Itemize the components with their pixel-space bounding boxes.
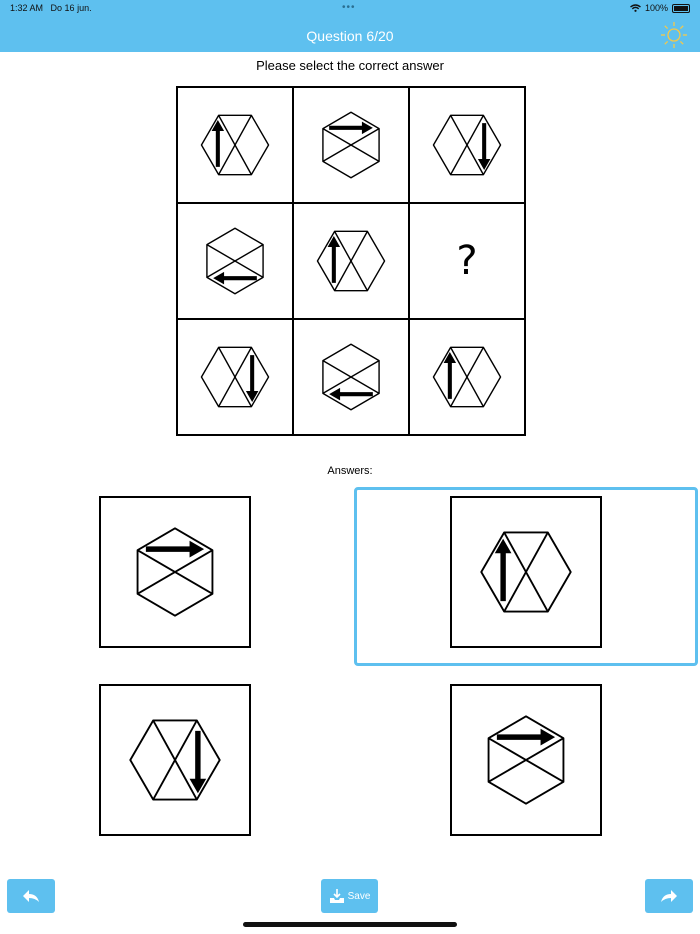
answers-label: Answers: bbox=[327, 465, 373, 477]
hexagon-figure bbox=[129, 719, 221, 801]
answer-option-2[interactable] bbox=[450, 496, 602, 648]
status-time: 1:32 AM bbox=[10, 3, 44, 13]
wifi-icon bbox=[630, 4, 641, 12]
hexagon-figure bbox=[200, 346, 270, 408]
puzzle-grid: ? bbox=[176, 86, 526, 436]
sun-icon[interactable] bbox=[660, 21, 688, 49]
header-bar: 1:32 AM Do 16 jun. ••• 100% Question 6/2… bbox=[0, 0, 700, 52]
battery-icon bbox=[672, 3, 690, 13]
arrow-right-icon bbox=[496, 728, 556, 746]
multitask-dots-icon[interactable]: ••• bbox=[342, 2, 356, 13]
hexagon-figure bbox=[206, 227, 264, 295]
save-label: Save bbox=[347, 890, 371, 902]
back-arrow-icon bbox=[23, 890, 39, 902]
hexagon-figure bbox=[316, 230, 386, 292]
battery-percent: 100% bbox=[644, 3, 668, 13]
arrow-right-icon bbox=[145, 540, 205, 558]
arrow-left-icon bbox=[213, 271, 257, 285]
grid-cell bbox=[293, 319, 409, 435]
download-tray-icon bbox=[329, 889, 344, 903]
hexagon-figure bbox=[322, 343, 380, 411]
answer-option-3[interactable] bbox=[99, 684, 251, 836]
arrow-up-icon bbox=[494, 538, 512, 602]
arrow-up-icon bbox=[211, 120, 225, 167]
hexagon-figure bbox=[432, 114, 502, 176]
back-button[interactable] bbox=[7, 879, 55, 913]
arrow-down-icon bbox=[477, 123, 491, 170]
hexagon-figure bbox=[432, 346, 502, 408]
page-title: Question 6/20 bbox=[306, 28, 394, 44]
status-right: 100% bbox=[630, 3, 690, 13]
status-date: Do 16 jun. bbox=[50, 3, 92, 13]
arrow-right-icon bbox=[329, 121, 373, 135]
question-mark: ? bbox=[456, 238, 478, 284]
arrow-down-icon bbox=[189, 730, 207, 794]
arrow-up-icon bbox=[443, 352, 457, 399]
grid-cell bbox=[409, 87, 525, 203]
forward-arrow-icon bbox=[661, 890, 677, 902]
home-indicator bbox=[243, 922, 457, 927]
hexagon-figure bbox=[200, 114, 270, 176]
grid-cell bbox=[177, 87, 293, 203]
grid-cell bbox=[293, 203, 409, 319]
save-button[interactable]: Save bbox=[321, 879, 378, 913]
grid-cell bbox=[177, 319, 293, 435]
answer-option-1[interactable] bbox=[99, 496, 251, 648]
arrow-down-icon bbox=[245, 355, 259, 402]
answer-option-4[interactable] bbox=[450, 684, 602, 836]
status-time-date: 1:32 AM Do 16 jun. bbox=[10, 3, 92, 13]
hexagon-figure bbox=[487, 715, 565, 805]
grid-cell bbox=[293, 87, 409, 203]
arrow-left-icon bbox=[329, 387, 373, 401]
hexagon-figure bbox=[322, 111, 380, 179]
hexagon-figure bbox=[136, 527, 214, 617]
grid-cell-missing: ? bbox=[409, 203, 525, 319]
instruction-text: Please select the correct answer bbox=[256, 58, 444, 73]
hexagon-figure bbox=[480, 531, 572, 613]
grid-cell bbox=[177, 203, 293, 319]
arrow-up-icon bbox=[327, 236, 341, 283]
grid-cell bbox=[409, 319, 525, 435]
next-button[interactable] bbox=[645, 879, 693, 913]
